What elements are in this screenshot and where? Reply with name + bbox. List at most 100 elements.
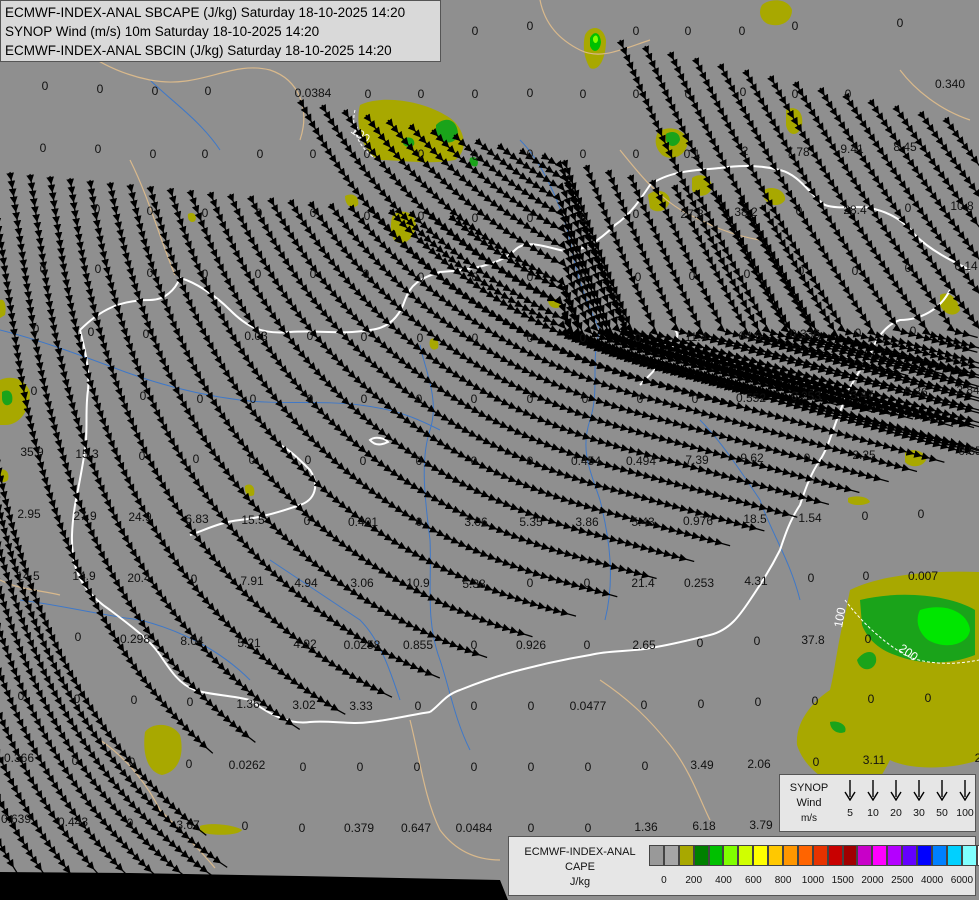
wind-legend-units: m/s bbox=[800, 813, 818, 824]
cape-area-small6 bbox=[187, 212, 196, 223]
cape-legend-tick: 1500 bbox=[831, 875, 854, 886]
cape-area-ne3 bbox=[692, 175, 712, 196]
station-value: 0 bbox=[692, 392, 699, 406]
station-value: 14.5 bbox=[16, 569, 40, 583]
station-value: 20.4 bbox=[127, 571, 151, 585]
station-value: 2 bbox=[975, 751, 979, 765]
wind-streamline bbox=[942, 116, 979, 167]
station-value: 2.25 bbox=[852, 448, 876, 462]
station-value: 0 bbox=[97, 82, 104, 96]
station-value: 0 bbox=[416, 392, 423, 406]
wind-legend-value: 50 bbox=[936, 807, 948, 819]
station-value: 0 bbox=[580, 331, 587, 345]
station-value: 0.366 bbox=[4, 751, 34, 765]
station-value: 11.4 bbox=[685, 330, 708, 344]
wind-legend-value: 20 bbox=[890, 807, 902, 819]
arrow-down-icon bbox=[844, 780, 856, 801]
wind-streamline bbox=[0, 420, 207, 836]
station-value: 0 bbox=[471, 699, 478, 713]
station-value: 0 bbox=[418, 87, 425, 101]
cape-legend-swatch bbox=[827, 845, 843, 866]
wind-legend-value: 5 bbox=[847, 807, 853, 819]
station-value: 9.62 bbox=[740, 451, 764, 465]
station-value: 0 bbox=[250, 392, 257, 406]
station-value: 0 bbox=[633, 207, 640, 221]
station-value: 0 bbox=[739, 24, 746, 38]
station-value: 0 bbox=[865, 632, 872, 646]
cape-legend-swatch bbox=[708, 845, 724, 866]
station-value: 0 bbox=[75, 630, 82, 644]
station-value: 0 bbox=[193, 452, 200, 466]
station-value: 0 bbox=[633, 87, 640, 101]
station-value: 0 bbox=[580, 211, 587, 225]
station-value: 2.84 bbox=[956, 383, 979, 397]
cape-legend-tick: 1000 bbox=[801, 875, 825, 886]
station-value: 0 bbox=[528, 699, 535, 713]
station-value: 3.79 bbox=[749, 818, 773, 832]
station-value: 0 bbox=[740, 85, 747, 99]
station-value: 0 bbox=[471, 760, 478, 774]
station-value: 0 bbox=[633, 147, 640, 161]
station-value: 0 bbox=[798, 264, 805, 278]
station-value: 0 bbox=[417, 331, 424, 345]
wind-legend-value: 10 bbox=[867, 807, 879, 819]
wind-streamline bbox=[66, 177, 393, 698]
cape-legend-title-line2: CAPE bbox=[565, 861, 595, 873]
station-value: 0 bbox=[418, 147, 425, 161]
arrow-down-icon bbox=[867, 780, 879, 801]
cape-legend-tick: 800 bbox=[774, 875, 792, 886]
station-value: 0 bbox=[755, 695, 762, 709]
station-value: 7.78 bbox=[786, 145, 810, 159]
station-value: 0 bbox=[363, 267, 370, 281]
station-value: 0 bbox=[855, 326, 862, 340]
wind-streamline bbox=[867, 98, 979, 261]
station-value: 0 bbox=[808, 571, 815, 585]
station-value: 0 bbox=[364, 147, 371, 161]
station-value: 0 bbox=[472, 87, 479, 101]
station-value: 0.03 bbox=[244, 329, 268, 343]
station-value: 0 bbox=[527, 576, 534, 590]
station-value: 0.552 bbox=[736, 391, 766, 405]
cape-legend-swatch bbox=[797, 845, 813, 866]
station-value: 0 bbox=[364, 209, 371, 223]
station-value: 0 bbox=[582, 392, 589, 406]
station-value: 5.21 bbox=[237, 636, 261, 650]
wind-streamline bbox=[206, 191, 695, 563]
cape-area-sw2 bbox=[200, 824, 242, 835]
station-value: 0.007 bbox=[908, 569, 938, 583]
station-value: 0 bbox=[150, 147, 157, 161]
station-value: 0.253 bbox=[684, 576, 714, 590]
cape-legend-swatch bbox=[961, 845, 977, 866]
station-value: 0 bbox=[584, 576, 591, 590]
station-value: 0 bbox=[641, 698, 648, 712]
station-value: 0 bbox=[471, 392, 478, 406]
station-value: 0 bbox=[910, 324, 917, 338]
station-value: 4.31 bbox=[744, 574, 768, 588]
station-value: 0 bbox=[147, 204, 154, 218]
title-box: ECMWF-INDEX-ANAL SBCAPE (J/kg) Saturday … bbox=[0, 0, 441, 62]
station-value: 0 bbox=[416, 454, 423, 468]
station-value: 0 bbox=[527, 86, 534, 100]
map-canvas[interactable]: 100 100 200 00000000000000000.0384000000… bbox=[0, 0, 979, 900]
cape-legend-swatch bbox=[917, 845, 932, 866]
map-void-bottom bbox=[0, 872, 508, 900]
station-value: 0 bbox=[685, 87, 692, 101]
station-value: 3.06 bbox=[350, 576, 374, 590]
station-value: 0 bbox=[300, 760, 307, 774]
station-value: 0 bbox=[365, 87, 372, 101]
station-value: 0 bbox=[299, 821, 306, 835]
station-value: 35.9 bbox=[20, 445, 44, 459]
station-value: 0 bbox=[249, 453, 256, 467]
station-value: 3.67 bbox=[176, 818, 200, 832]
title-line-cin: ECMWF-INDEX-ANAL SBCIN (J/kg) Saturday 1… bbox=[5, 43, 392, 58]
cape-legend-tick: 600 bbox=[744, 875, 762, 886]
station-value: 0 bbox=[580, 270, 587, 284]
station-value: 0 bbox=[792, 87, 799, 101]
station-value: 0 bbox=[310, 206, 317, 220]
station-value: 3.06 bbox=[464, 515, 488, 529]
station-value: 0 bbox=[633, 24, 640, 38]
station-value: 0 bbox=[584, 638, 591, 652]
station-value: 7.91 bbox=[240, 574, 264, 588]
station-value: 0 bbox=[416, 515, 423, 529]
station-value: 0.639 bbox=[1, 812, 31, 826]
